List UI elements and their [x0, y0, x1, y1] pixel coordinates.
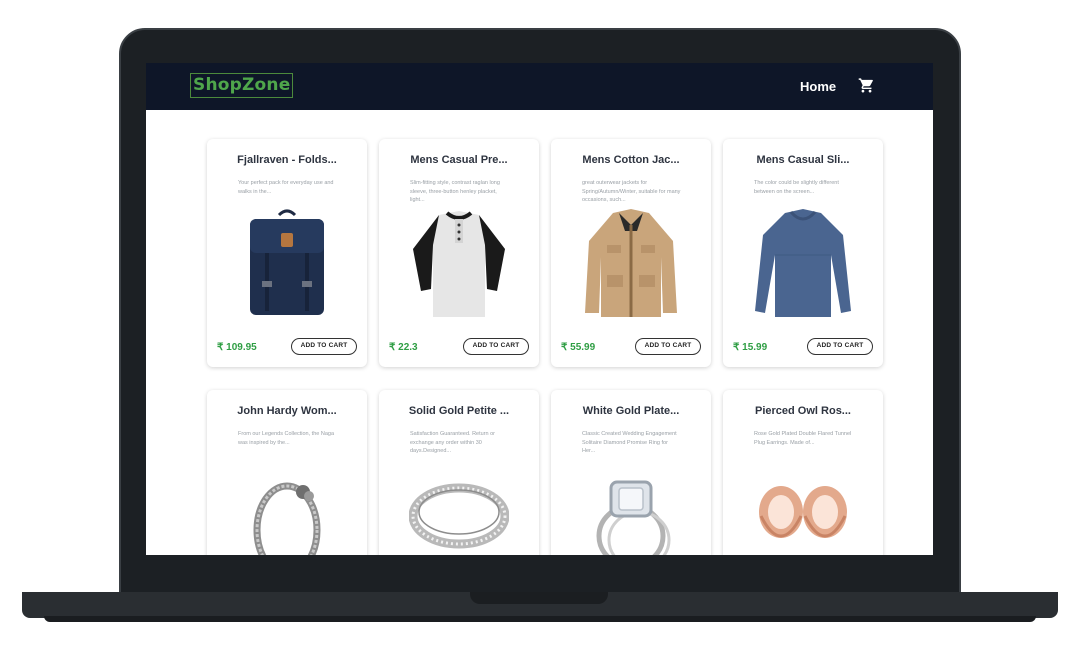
product-price: ₹ 15.99: [733, 342, 768, 353]
diamond-ring-icon: [596, 480, 671, 555]
product-description: Classic Created Wedding Engagement Solit…: [582, 431, 677, 454]
product-description: From our Legends Collection, the Naga wa…: [238, 431, 334, 446]
long-sleeve-shirt-icon: [755, 209, 851, 317]
product-price: ₹ 55.99: [561, 342, 596, 353]
product-card[interactable]: John Hardy Wom... From our Legends Colle…: [207, 390, 367, 555]
cart-icon[interactable]: [858, 77, 875, 94]
shopzone-logo[interactable]: ShopZone: [190, 73, 294, 98]
product-description: Satisfaction Guaranteed. Return or excha…: [410, 431, 495, 454]
product-description: The color could be slightly different be…: [754, 180, 839, 195]
product-card[interactable]: Solid Gold Petite ... Satisfaction Guara…: [379, 390, 539, 555]
navbar: ShopZone Home: [146, 63, 933, 110]
product-price: ₹ 109.95: [217, 342, 257, 353]
ring-band-icon: [409, 483, 509, 549]
product-card[interactable]: Fjallraven - Folds... Your perfect pack …: [207, 139, 367, 367]
product-title: Mens Cotton Jac...: [582, 154, 680, 166]
jacket-icon: [585, 209, 677, 317]
product-title: Mens Casual Pre...: [410, 154, 508, 166]
product-title: Solid Gold Petite ...: [408, 405, 510, 417]
product-title: Pierced Owl Ros...: [755, 405, 851, 417]
plug-earrings-icon: [759, 486, 847, 538]
product-description: Slim-fitting style, contrast raglan long…: [410, 180, 500, 203]
product-title: White Gold Plate...: [582, 405, 680, 417]
product-card[interactable]: White Gold Plate... Classic Created Wedd…: [551, 390, 711, 555]
browser-screen: ShopZone Home Fjallraven - Folds... Your…: [146, 63, 933, 555]
product-title: Mens Casual Sli...: [756, 154, 850, 166]
product-price: ₹ 22.3: [389, 342, 418, 353]
nav-home-link[interactable]: Home: [800, 79, 836, 94]
product-card[interactable]: Mens Casual Pre... Slim-fitting style, c…: [379, 139, 539, 367]
product-title: John Hardy Wom...: [237, 405, 337, 417]
product-card[interactable]: Mens Cotton Jac... great outerwear jacke…: [551, 139, 711, 367]
laptop-notch: [470, 592, 608, 604]
bracelet-icon: [253, 482, 321, 555]
add-to-cart-button[interactable]: ADD TO CART: [463, 338, 529, 355]
henley-shirt-icon: [413, 211, 505, 317]
product-description: great outerwear jackets for Spring/Autum…: [582, 180, 681, 203]
add-to-cart-button[interactable]: ADD TO CART: [807, 338, 873, 355]
backpack-icon: [250, 209, 324, 315]
add-to-cart-button[interactable]: ADD TO CART: [291, 338, 357, 355]
product-card[interactable]: Mens Casual Sli... The color could be sl…: [723, 139, 883, 367]
product-title: Fjallraven - Folds...: [237, 154, 337, 166]
product-description: Rose Gold Plated Double Flared Tunnel Pl…: [754, 431, 852, 446]
product-description: Your perfect pack for everyday use and w…: [238, 180, 334, 195]
laptop-base-shadow: [44, 616, 1036, 622]
add-to-cart-button[interactable]: ADD TO CART: [635, 338, 701, 355]
product-card[interactable]: Pierced Owl Ros... Rose Gold Plated Doub…: [723, 390, 883, 555]
